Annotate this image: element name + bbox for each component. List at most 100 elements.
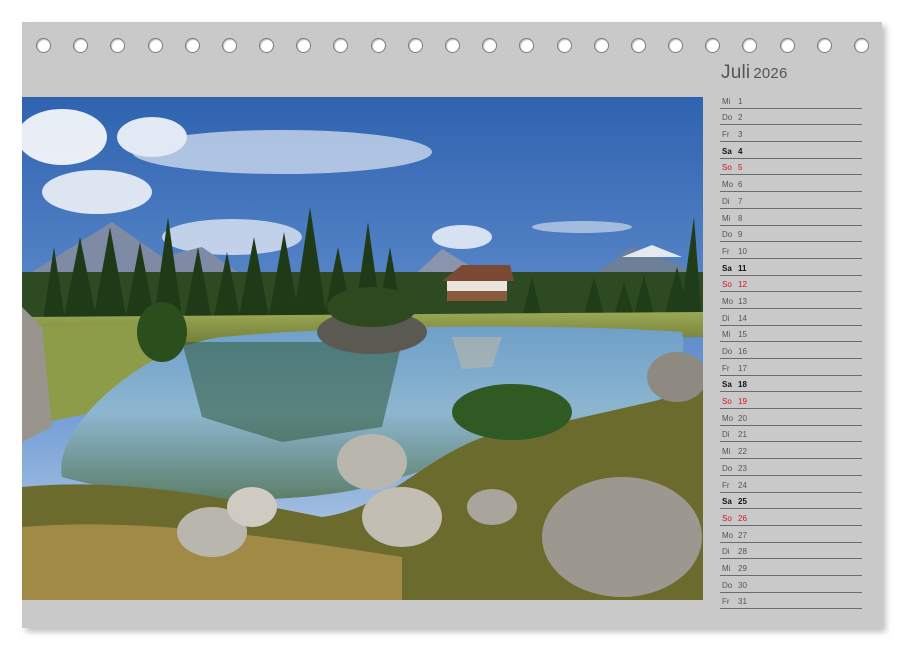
day-row: Di 21: [720, 426, 862, 443]
weekday-abbrev: Sa: [722, 497, 732, 507]
weekday-abbrev: Fr: [722, 246, 730, 256]
day-number: 8: [738, 213, 743, 223]
day-number: 13: [738, 296, 747, 306]
binding-ring: [259, 38, 275, 53]
lake-scene: [22, 97, 703, 600]
day-number: 2: [738, 113, 743, 123]
weekday-abbrev: Sa: [722, 263, 732, 273]
day-number: 31: [738, 597, 747, 607]
weekday-abbrev: So: [722, 280, 732, 290]
day-row: Mi 22: [720, 442, 862, 460]
binding-ring: [593, 38, 609, 53]
day-row: Fr 3: [720, 125, 862, 143]
day-number: 9: [738, 230, 743, 240]
weekday-abbrev: So: [722, 513, 732, 523]
binding-ring: [184, 38, 200, 53]
binding-ring: [370, 38, 386, 53]
weekday-abbrev: Mi: [722, 330, 731, 340]
day-number: 1: [738, 96, 743, 106]
weekday-abbrev: Do: [722, 580, 733, 590]
month-name: Juli: [721, 62, 751, 83]
day-row: Fr 24: [720, 476, 862, 493]
binding-ring: [482, 38, 498, 53]
day-number: 6: [738, 180, 743, 190]
day-row: So 26: [720, 509, 862, 526]
day-row: Do 2: [720, 109, 862, 126]
weekday-abbrev: Mi: [722, 447, 731, 457]
day-row: Do 9: [720, 226, 862, 243]
weekday-abbrev: Sa: [722, 146, 732, 156]
binding-ring: [668, 38, 684, 53]
weekday-abbrev: So: [722, 163, 732, 173]
day-row: Do 16: [720, 342, 862, 359]
day-row: Mi 29: [720, 559, 862, 576]
weekday-abbrev: Fr: [722, 130, 730, 140]
day-row: Di 14: [720, 309, 862, 326]
day-number: 26: [738, 513, 747, 523]
weekday-abbrev: Fr: [722, 363, 730, 373]
day-number: 12: [738, 280, 747, 290]
binding-ring: [110, 38, 126, 53]
day-number: 20: [738, 413, 747, 423]
day-row: Mi 8: [720, 209, 862, 226]
day-row: So 19: [720, 392, 862, 410]
weekday-abbrev: Mi: [722, 563, 731, 573]
day-number: 15: [738, 330, 747, 340]
weekday-abbrev: Mi: [722, 96, 731, 106]
day-number: 30: [738, 580, 747, 590]
day-number: 11: [738, 263, 747, 273]
binding-ring: [816, 38, 832, 53]
day-row: Sa 4: [720, 142, 862, 159]
day-row: Mo 20: [720, 409, 862, 426]
day-row: Mi 15: [720, 326, 862, 343]
binding-ring: [333, 38, 349, 53]
day-number: 23: [738, 463, 747, 473]
binding-ring: [519, 38, 535, 53]
weekday-abbrev: Do: [722, 347, 733, 356]
binding-ring: [630, 38, 646, 53]
weekday-abbrev: Fr: [722, 480, 730, 490]
binding-ring: [407, 38, 423, 53]
day-row: Fr 31: [720, 593, 862, 610]
day-row: So 12: [720, 276, 862, 293]
binding-ring: [779, 38, 795, 53]
binding-ring: [147, 38, 163, 53]
weekday-abbrev: Do: [722, 463, 733, 473]
binding-ring: [296, 38, 312, 53]
weekday-abbrev: Do: [722, 230, 733, 240]
day-number: 21: [738, 430, 747, 440]
day-number: 27: [738, 530, 747, 540]
binding-ring: [556, 38, 572, 53]
binding-ring: [742, 38, 758, 53]
binding-ring: [36, 38, 51, 53]
day-number: 28: [738, 547, 747, 557]
weekday-abbrev: Mo: [722, 413, 734, 423]
day-number: 4: [738, 146, 743, 156]
day-row: Sa 18: [720, 376, 862, 393]
day-row: Di 28: [720, 543, 862, 560]
day-number: 10: [738, 246, 747, 256]
weekday-abbrev: Mo: [722, 530, 734, 540]
day-row: Fr 17: [720, 359, 862, 376]
weekday-abbrev: Mi: [722, 213, 731, 223]
day-number: 16: [738, 347, 747, 356]
day-number: 7: [738, 196, 743, 206]
day-number: 3: [738, 130, 743, 140]
day-number: 22: [738, 447, 747, 457]
day-number: 17: [738, 363, 747, 373]
month-heading: Juli 2026: [721, 62, 787, 84]
day-number: 19: [738, 397, 747, 407]
weekday-abbrev: So: [722, 397, 732, 407]
day-row: Mo 6: [720, 175, 862, 193]
binding-ring: [445, 38, 460, 53]
day-row: Sa 25: [720, 493, 862, 510]
day-row: So 5: [720, 159, 862, 176]
day-number: 24: [738, 480, 747, 490]
day-row: Do 23: [720, 459, 862, 476]
weekday-abbrev: Di: [722, 196, 730, 206]
day-number: 18: [738, 380, 747, 390]
year-label: 2026: [753, 65, 788, 82]
weekday-abbrev: Mo: [722, 296, 734, 306]
day-row: Mo 27: [720, 526, 862, 543]
day-row: Mi 1: [720, 92, 862, 109]
